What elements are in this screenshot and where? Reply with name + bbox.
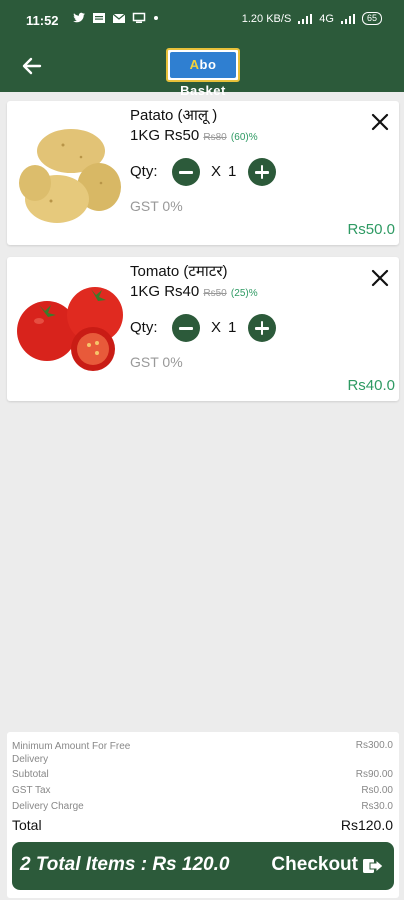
decrease-qty-button[interactable] — [172, 314, 200, 342]
qty-multiplier: X — [211, 319, 222, 336]
qty-value: 1 — [228, 319, 237, 336]
unit: 1KG — [130, 283, 161, 300]
price-line: 1KG Rs40 Rs50 (25)% — [130, 283, 258, 300]
gst-label: GST 0% — [130, 354, 183, 370]
delivery-value: Rs30.0 — [361, 801, 393, 812]
network-speed: 1.20 KB/S — [241, 12, 292, 25]
mrp-price: Rs50 — [203, 288, 227, 299]
cart-item-card: Tomato (टमाटर) 1KG Rs40 Rs50 (25)% Qty: … — [7, 257, 399, 401]
message-icon — [93, 13, 105, 23]
increase-qty-button[interactable] — [248, 158, 276, 186]
checkout-button[interactable]: 2 Total Items : Rs 120.0 Checkout — [12, 842, 394, 890]
back-arrow-icon[interactable] — [18, 52, 46, 80]
cart-item-card: Patato (आलू ) 1KG Rs50 Rs80 (60)% Qty: X… — [7, 101, 399, 245]
status-time: 11:52 — [26, 13, 59, 28]
gst-tax-label: GST Tax — [12, 785, 51, 796]
qty-value: 1 — [228, 163, 237, 180]
discount-percent: (60)% — [230, 132, 258, 143]
discount-percent: (25)% — [230, 288, 258, 299]
price-line: 1KG Rs50 Rs80 (60)% — [130, 127, 258, 144]
qty-label: Qty: — [130, 163, 158, 180]
app-logo: Abo Basket — [166, 48, 240, 98]
gst-label: GST 0% — [130, 198, 183, 214]
product-name: Patato (आलू ) — [130, 107, 218, 124]
notification-icons — [72, 12, 160, 24]
price: Rs40 — [164, 283, 200, 300]
mail-icon — [112, 13, 126, 23]
tomato-image — [17, 287, 123, 371]
total-items-text: 2 Total Items : Rs 120.0 — [20, 854, 230, 875]
min-amount-label: Minimum Amount For Free Delivery — [12, 741, 131, 765]
remove-item-icon[interactable] — [369, 111, 391, 133]
qty-label: Qty: — [130, 319, 158, 336]
line-total: Rs50.0 — [347, 221, 395, 238]
battery-icon: 65 — [361, 12, 382, 25]
increase-qty-button[interactable] — [248, 314, 276, 342]
product-name: Tomato (टमाटर) — [130, 263, 228, 280]
dot-icon — [154, 16, 158, 20]
unit: 1KG — [130, 127, 161, 144]
checkout-label: Checkout — [271, 854, 358, 875]
system-icons: 1.20 KB/S 4G 65 — [242, 12, 382, 25]
order-summary: Minimum Amount For Free Delivery Rs300.0… — [7, 732, 399, 898]
remove-item-icon[interactable] — [369, 267, 391, 289]
delivery-label: Delivery Charge — [12, 801, 84, 812]
min-amount-value: Rs300.0 — [355, 740, 393, 751]
signal-icon — [298, 13, 313, 24]
screen-icon — [132, 12, 146, 23]
price: Rs50 — [164, 127, 200, 144]
gst-tax-value: Rs0.00 — [361, 785, 393, 796]
line-total: Rs40.0 — [347, 377, 395, 394]
logo-wordmark: Abo Basket — [170, 52, 236, 98]
potato-image — [19, 129, 121, 223]
total-label: Total — [12, 817, 42, 833]
exit-arrow-icon — [363, 858, 384, 874]
status-bar: 11:52 1.20 KB/S 4G 65 — [0, 0, 404, 40]
network-type: 4G — [319, 12, 334, 25]
app-bar: Abo Basket — [0, 40, 404, 98]
decrease-qty-button[interactable] — [172, 158, 200, 186]
subtotal-label: Subtotal — [12, 769, 49, 780]
subtotal-value: Rs90.00 — [355, 769, 393, 780]
signal-icon-2 — [340, 13, 355, 24]
mrp-price: Rs80 — [203, 132, 227, 143]
minus-icon — [179, 327, 193, 330]
twitter-icon — [73, 12, 85, 23]
qty-multiplier: X — [211, 163, 222, 180]
total-value: Rs120.0 — [340, 817, 393, 833]
minus-icon — [179, 171, 193, 174]
